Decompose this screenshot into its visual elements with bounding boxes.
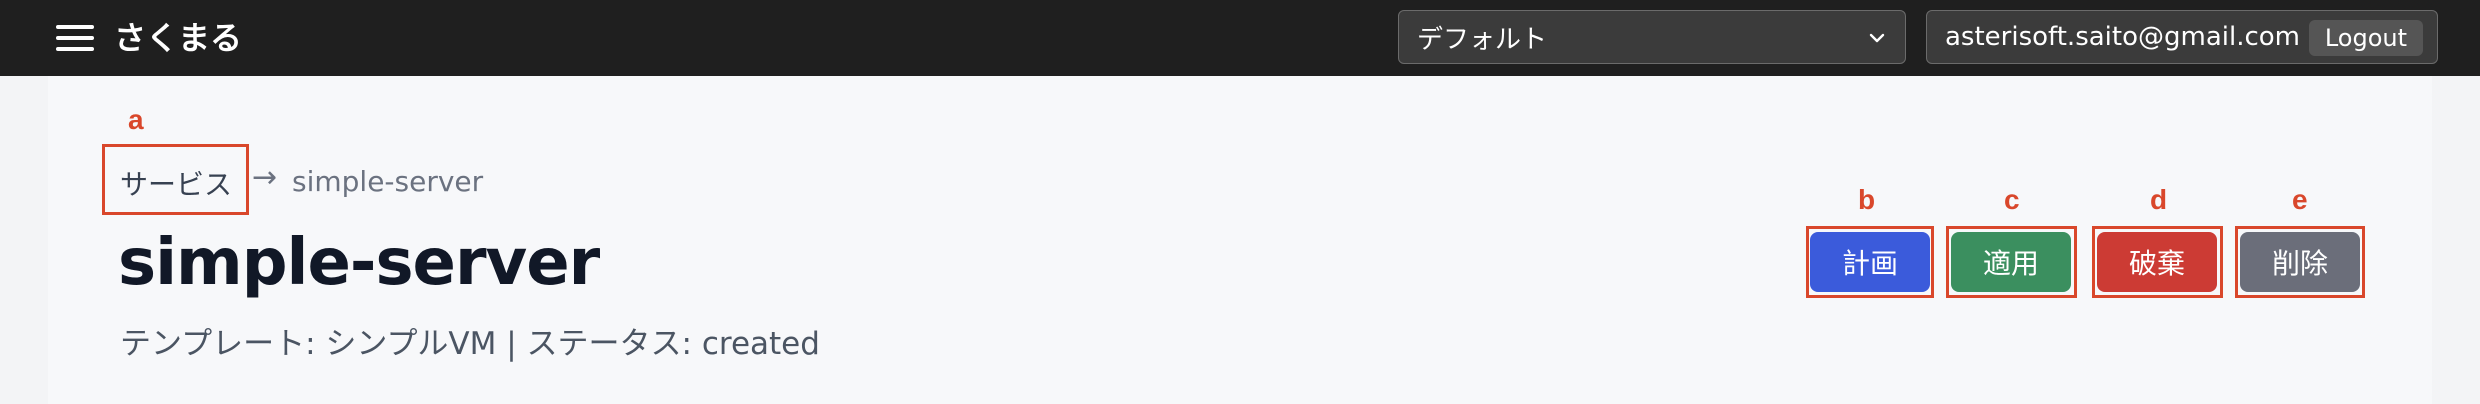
annotation-label-a: a <box>128 104 144 135</box>
annotation-label-b: b <box>1858 184 1876 215</box>
delete-button[interactable]: 削除 <box>2240 232 2360 292</box>
hamburger-menu-icon[interactable] <box>56 23 94 53</box>
page-title: simple-server <box>118 226 600 300</box>
breadcrumb-current: simple-server <box>292 165 484 198</box>
workspace-select-value: デフォルト <box>1417 24 1548 55</box>
breadcrumb-services-link[interactable]: サービス <box>120 163 232 203</box>
service-meta: テンプレート: シンプルVM | ステータス: created <box>120 326 820 362</box>
workspace-select[interactable]: デフォルト <box>1398 10 1906 64</box>
user-email: asterisoft.saito@gmail.com <box>1945 22 2300 52</box>
annotation-label-c: c <box>2004 184 2020 215</box>
top-navigation-bar: さくまる デフォルト asterisoft.saito@gmail.com Lo… <box>0 0 2480 76</box>
logout-button[interactable]: Logout <box>2308 20 2423 56</box>
apply-button[interactable]: 適用 <box>1951 232 2071 292</box>
annotation-label-d: d <box>2150 184 2168 215</box>
chevron-down-icon <box>1869 33 1885 43</box>
plan-button[interactable]: 計画 <box>1810 232 1930 292</box>
annotation-label-e: e <box>2292 184 2308 215</box>
user-menu: asterisoft.saito@gmail.com Logout <box>1926 10 2438 64</box>
breadcrumb-separator: → <box>252 160 278 195</box>
destroy-button[interactable]: 破棄 <box>2097 232 2217 292</box>
app-title: さくまる <box>114 19 243 57</box>
